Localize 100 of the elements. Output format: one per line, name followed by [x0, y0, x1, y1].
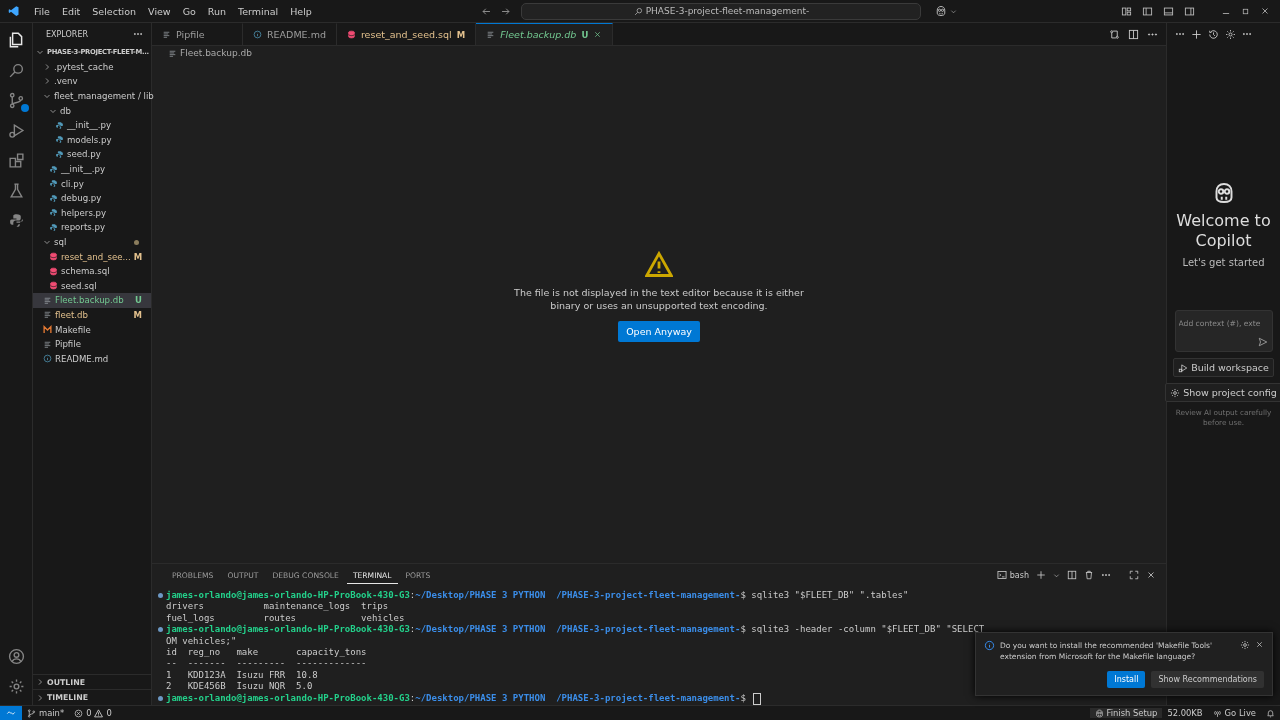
chevron-down-icon[interactable]: [1053, 571, 1060, 579]
terminal-prompt-line: james-orlando@james-orlando-HP-ProBook-430-G3:~/Desktop/PHASE 3 PYTHON /PHASE-3-project-fleet-management-$ sqlite3 "$FLEET_DB" ".tables": [158, 590, 909, 602]
tree-entry[interactable]: models.py: [33, 132, 151, 148]
close-icon[interactable]: [1260, 6, 1270, 16]
close-icon[interactable]: [1255, 640, 1264, 649]
python-icon[interactable]: [7, 212, 25, 229]
tree-entry[interactable]: reports.py: [33, 220, 151, 235]
command-center-search[interactable]: PHASE-3-project-fleet-management-: [521, 2, 922, 20]
account-icon[interactable]: [7, 648, 25, 665]
tree-folder[interactable]: sql: [33, 234, 151, 250]
search-icon[interactable]: [7, 62, 25, 79]
menu-item[interactable]: Selection: [86, 3, 143, 19]
menu-item[interactable]: View: [142, 3, 177, 19]
terminal-output-line: fuel_logs routes vehicles: [165, 612, 405, 624]
tree-entry[interactable]: Fleet.backup.db U: [33, 293, 151, 308]
app-logo-icon: [8, 5, 20, 17]
install-button[interactable]: Install: [1107, 670, 1146, 688]
settings-icon[interactable]: [7, 678, 25, 695]
close-icon[interactable]: [1146, 570, 1156, 580]
compare-changes-icon[interactable]: [1109, 28, 1120, 40]
tree-entry[interactable]: __init__.py: [33, 117, 151, 133]
editor-tab[interactable]: Fleet.backup.db U: [476, 23, 614, 45]
toggle-panel-icon[interactable]: [1163, 5, 1174, 17]
trash-icon[interactable]: [1084, 570, 1094, 580]
toggle-secondary-sidebar-icon[interactable]: [1184, 5, 1195, 17]
problems-status[interactable]: 0 0: [69, 708, 117, 718]
branch-status[interactable]: main*: [22, 708, 70, 718]
tree-entry[interactable]: fleet.db M: [33, 307, 151, 323]
menu-item[interactable]: File: [28, 3, 56, 19]
broadcast-icon: [1212, 708, 1222, 718]
tree-entry[interactable]: cli.py: [33, 176, 151, 191]
build-workspace-button[interactable]: Build workspace: [1173, 358, 1274, 377]
history-icon[interactable]: [1208, 28, 1219, 40]
tree-entry[interactable]: schema.sql: [33, 263, 151, 279]
plus-icon[interactable]: [1036, 570, 1046, 580]
terminal-output-line: drivers maintenance_logs trips: [165, 601, 389, 613]
show-project-config-button[interactable]: Show project config: [1165, 383, 1280, 402]
menu-item[interactable]: Go: [176, 3, 202, 19]
python-file-icon: [49, 208, 58, 218]
maximize-panel-icon[interactable]: [1129, 570, 1139, 580]
terminal-output-line: -- ------- --------- -------------: [165, 658, 367, 670]
show-recommendations-button[interactable]: Show Recommendations: [1151, 670, 1264, 688]
database-file-icon: [49, 252, 58, 262]
customize-layout-icon[interactable]: [1121, 5, 1132, 17]
send-icon[interactable]: [1257, 337, 1268, 347]
info-icon: [253, 30, 262, 39]
split-terminal-icon[interactable]: [1067, 570, 1077, 580]
tree-folder[interactable]: .pytest_cache: [33, 59, 151, 75]
open-anyway-button[interactable]: Open Anyway: [618, 320, 700, 342]
split-editor-icon[interactable]: [1128, 28, 1139, 40]
breadcrumb[interactable]: Fleet.backup.db: [152, 46, 252, 60]
tree-entry[interactable]: seed.py: [33, 147, 151, 162]
text-file-icon: [43, 310, 52, 320]
copilot-icon: [1094, 708, 1104, 718]
toggle-sidebar-icon[interactable]: [1142, 5, 1153, 17]
database-file-icon: [346, 30, 356, 39]
menu-item[interactable]: Help: [284, 3, 318, 19]
tree-entry[interactable]: Pipfile: [33, 336, 151, 352]
flask-icon[interactable]: [7, 182, 25, 199]
tree-entry[interactable]: helpers.py: [33, 205, 151, 221]
tree-entry[interactable]: reset_and_see... M: [33, 249, 151, 264]
status-item[interactable]: 52.00KB: [1162, 708, 1208, 718]
status-item[interactable]: Go Live: [1207, 708, 1261, 718]
git-status-letter: M: [133, 251, 143, 262]
forward-arrow-icon[interactable]: [500, 5, 512, 17]
chevron-down-icon: [950, 7, 958, 15]
status-item[interactable]: Finish Setup: [1089, 708, 1163, 718]
tree-entry[interactable]: seed.sql: [33, 278, 151, 294]
python-file-icon: [55, 120, 64, 130]
maximize-icon[interactable]: [1241, 6, 1250, 16]
close-icon[interactable]: [593, 30, 603, 39]
copilot-icon[interactable]: [935, 5, 948, 17]
warning-icon: [645, 251, 673, 280]
tree-folder[interactable]: db: [33, 103, 151, 118]
tree-entry[interactable]: debug.py: [33, 190, 151, 206]
source-control-icon[interactable]: [7, 92, 25, 109]
info-icon: [984, 640, 995, 651]
menu-item[interactable]: Terminal: [232, 3, 285, 19]
info-icon: [43, 354, 52, 364]
tree-entry[interactable]: README.md: [33, 351, 151, 367]
menu-item[interactable]: Run: [201, 3, 233, 19]
database-file-icon: [49, 266, 58, 276]
tree-folder[interactable]: .venv: [33, 74, 151, 89]
back-arrow-icon[interactable]: [481, 5, 493, 17]
settings-icon[interactable]: [1240, 640, 1250, 650]
terminal-shell-button[interactable]: bash: [996, 570, 1029, 580]
plus-icon[interactable]: [1191, 28, 1202, 40]
tree-entry[interactable]: Makefile: [33, 322, 151, 337]
play-icon: [1178, 362, 1189, 373]
files-icon[interactable]: [7, 31, 25, 49]
text-file-icon: [43, 339, 52, 349]
menu-item[interactable]: Edit: [55, 3, 87, 19]
extensions-icon[interactable]: [7, 152, 25, 169]
tree-entry[interactable]: __init__.py: [33, 161, 151, 177]
bell-icon[interactable]: [1266, 708, 1275, 718]
terminal-prompt-line: james-orlando@james-orlando-HP-ProBook-430-G3:~/Desktop/PHASE 3 PYTHON /PHASE-3-project-fleet-management-$ sqlite3 -header -column "$FLEET_DB" "SELECT: [158, 624, 985, 636]
settings-icon[interactable]: [1225, 28, 1236, 40]
git-status-letter: M: [456, 29, 466, 40]
run-debug-icon[interactable]: [7, 122, 25, 139]
python-file-icon: [49, 164, 58, 174]
